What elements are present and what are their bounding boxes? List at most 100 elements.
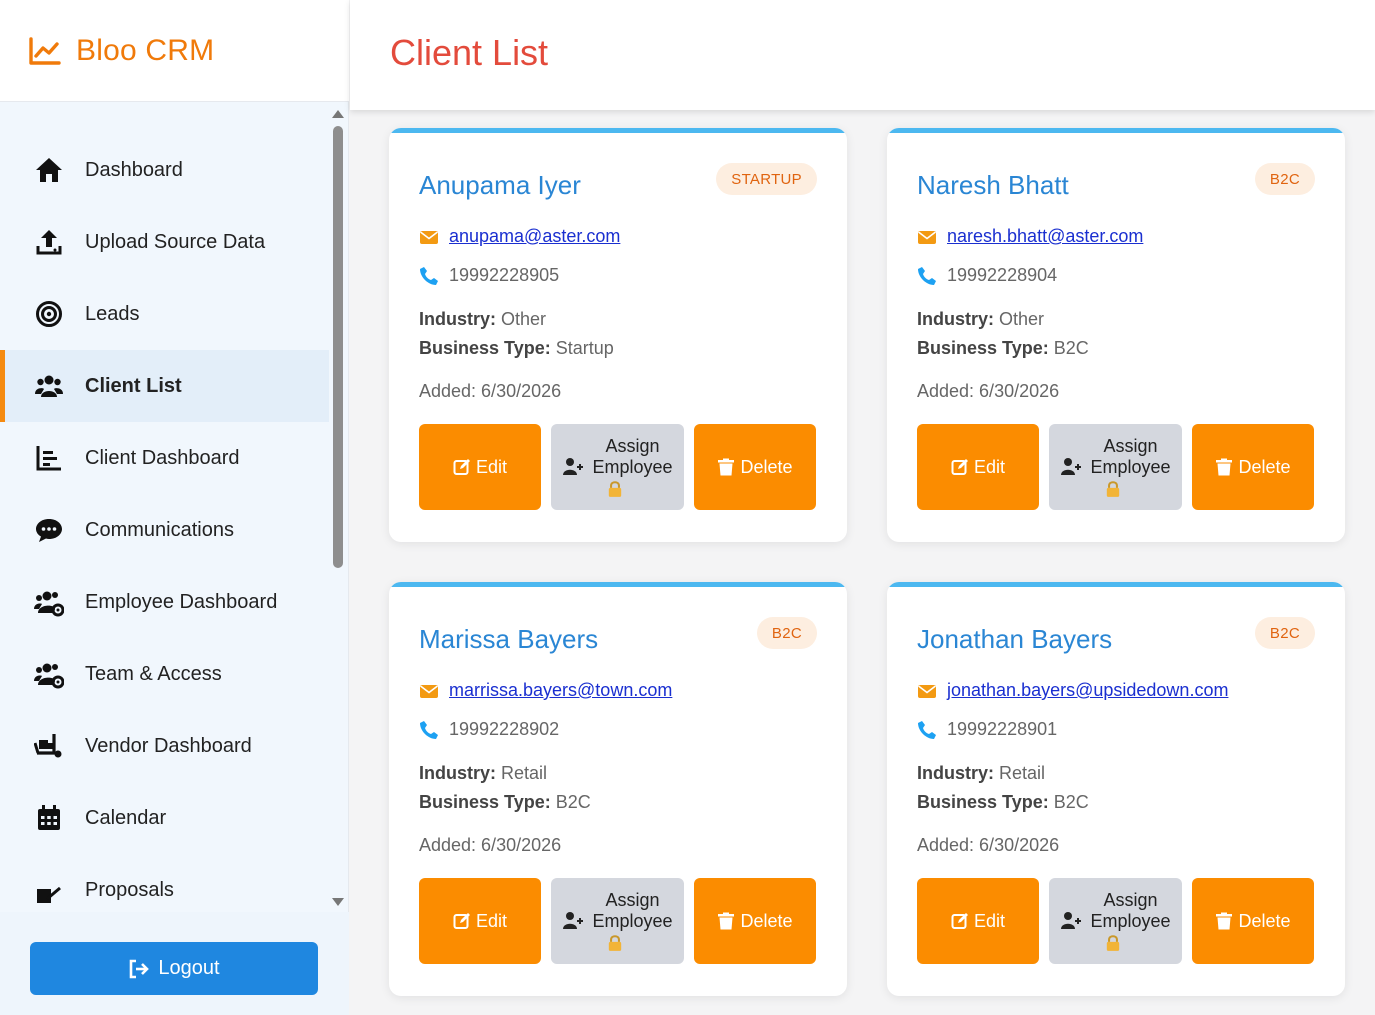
industry-label: Industry:	[419, 309, 497, 329]
client-added-date: Added: 6/30/2026	[419, 381, 562, 401]
delete-button[interactable]: Delete	[1192, 424, 1314, 510]
assign-label-line1: Assign	[1103, 890, 1158, 910]
edit-button[interactable]: Edit	[917, 878, 1039, 964]
client-business-type: Business Type: B2C	[917, 792, 1089, 813]
sidebar-item-label: Proposals	[85, 878, 174, 901]
chart-line-icon	[29, 36, 61, 65]
client-email-link[interactable]: jonathan.bayers@upsidedown.com	[947, 680, 1228, 701]
scroll-up-arrow-icon[interactable]	[332, 110, 344, 118]
sidebar-item-team-access[interactable]: Team & Access	[0, 638, 329, 710]
client-name: Anupama Iyer	[419, 170, 581, 200]
assign-employee-button[interactable]: Assign Employee	[551, 424, 684, 510]
client-phone: 19992228904	[947, 265, 1058, 285]
client-phone-row: 19992228901	[917, 719, 1057, 740]
industry-value: Other	[999, 309, 1045, 329]
edit-label: Edit	[973, 910, 1006, 931]
delete-button[interactable]: Delete	[1192, 878, 1314, 964]
business-type-badge: B2C	[756, 617, 817, 649]
client-phone-row: 19992228902	[419, 719, 559, 740]
client-card: Jonathan Bayers B2C jonathan.bayers@upsi…	[887, 582, 1345, 996]
users-icon	[33, 370, 65, 402]
client-added-date: Added: 6/30/2026	[917, 835, 1060, 855]
business-type-value: Startup	[555, 338, 614, 358]
scroll-down-arrow-icon[interactable]	[332, 898, 344, 906]
edit-label: Edit	[475, 910, 508, 931]
client-phone: 19992228905	[449, 265, 560, 285]
phone-icon	[918, 266, 936, 285]
assign-employee-button[interactable]: Assign Employee	[1049, 424, 1182, 510]
business-type-value: B2C	[1053, 338, 1089, 358]
page-title: Client List	[390, 32, 549, 73]
client-industry: Industry: Retail	[917, 763, 1045, 784]
sidebar-scrollbar[interactable]	[331, 108, 345, 908]
sidebar-item-employee-dashboard[interactable]: Employee Dashboard	[0, 566, 329, 638]
user-plus-icon	[563, 912, 584, 929]
client-phone: 19992228901	[947, 719, 1058, 739]
lock-icon	[1106, 481, 1120, 497]
delete-button[interactable]: Delete	[694, 878, 816, 964]
lock-icon	[608, 481, 622, 497]
client-email-link[interactable]: marrissa.bayers@town.com	[449, 680, 672, 701]
sidebar-item-leads[interactable]: Leads	[0, 278, 329, 350]
business-type-label: Business Type:	[419, 338, 551, 358]
sidebar-item-communications[interactable]: Communications	[0, 494, 329, 566]
client-industry: Industry: Other	[419, 309, 546, 330]
sidebar-item-vendor-dashboard[interactable]: Vendor Dashboard	[0, 710, 329, 782]
business-type-value: B2C	[1053, 792, 1089, 812]
lock-icon	[1106, 935, 1120, 951]
chart-icon	[33, 442, 65, 474]
client-email-link[interactable]: anupama@aster.com	[449, 226, 620, 247]
client-phone-row: 19992228905	[419, 265, 559, 286]
sidebar-item-dashboard[interactable]: Dashboard	[0, 134, 329, 206]
client-added-date: Added: 6/30/2026	[917, 381, 1060, 401]
envelope-icon	[420, 230, 438, 244]
assign-label-line2: Employee	[592, 911, 673, 931]
sidebar-item-client-dashboard[interactable]: Client Dashboard	[0, 422, 329, 494]
sidebar-item-calendar[interactable]: Calendar	[0, 782, 329, 854]
edit-icon	[453, 459, 470, 475]
client-industry: Industry: Other	[917, 309, 1044, 330]
envelope-icon	[918, 230, 936, 244]
trash-icon	[1216, 912, 1233, 930]
assign-employee-button[interactable]: Assign Employee	[1049, 878, 1182, 964]
trash-icon	[718, 458, 735, 476]
edit-label: Edit	[973, 456, 1006, 477]
sidebar-item-label: Leads	[85, 302, 140, 325]
client-added-date: Added: 6/30/2026	[419, 835, 562, 855]
client-name: Naresh Bhatt	[917, 170, 1069, 200]
brand[interactable]: Bloo CRM	[0, 0, 349, 102]
sidebar-item-label: Client Dashboard	[85, 446, 240, 469]
delete-label: Delete	[740, 456, 793, 477]
delete-label: Delete	[1238, 456, 1291, 477]
edit-button[interactable]: Edit	[419, 424, 541, 510]
user-plus-icon	[1061, 912, 1082, 929]
logout-button[interactable]: Logout	[30, 942, 318, 995]
users-cog-icon	[33, 586, 65, 618]
lock-icon	[608, 935, 622, 951]
client-phone-row: 19992228904	[917, 265, 1057, 286]
assign-label-line1: Assign	[605, 436, 660, 456]
edit-button[interactable]: Edit	[917, 424, 1039, 510]
industry-value: Retail	[501, 763, 548, 783]
assign-employee-button[interactable]: Assign Employee	[551, 878, 684, 964]
client-card: Marissa Bayers B2C marrissa.bayers@town.…	[389, 582, 847, 996]
client-business-type: Business Type: B2C	[917, 338, 1089, 359]
sidebar-item-label: Calendar	[85, 806, 167, 829]
phone-icon	[420, 720, 438, 739]
client-business-type: Business Type: B2C	[419, 792, 591, 813]
client-card: Anupama Iyer STARTUP anupama@aster.com 1…	[389, 128, 847, 542]
client-name: Marissa Bayers	[419, 624, 599, 654]
edit-button[interactable]: Edit	[419, 878, 541, 964]
assign-label-line2: Employee	[1090, 911, 1171, 931]
upload-icon	[33, 226, 65, 258]
scrollbar-thumb[interactable]	[333, 126, 343, 568]
sidebar-item-label: Vendor Dashboard	[85, 734, 252, 757]
business-type-label: Business Type:	[917, 792, 1049, 812]
sidebar-item-upload-source-data[interactable]: Upload Source Data	[0, 206, 329, 278]
sidebar-item-client-list[interactable]: Client List	[0, 350, 329, 422]
business-type-badge: STARTUP	[716, 163, 817, 195]
client-email-link[interactable]: naresh.bhatt@aster.com	[947, 226, 1143, 247]
delete-button[interactable]: Delete	[694, 424, 816, 510]
file-signature-icon	[33, 874, 65, 906]
client-industry: Industry: Retail	[419, 763, 547, 784]
